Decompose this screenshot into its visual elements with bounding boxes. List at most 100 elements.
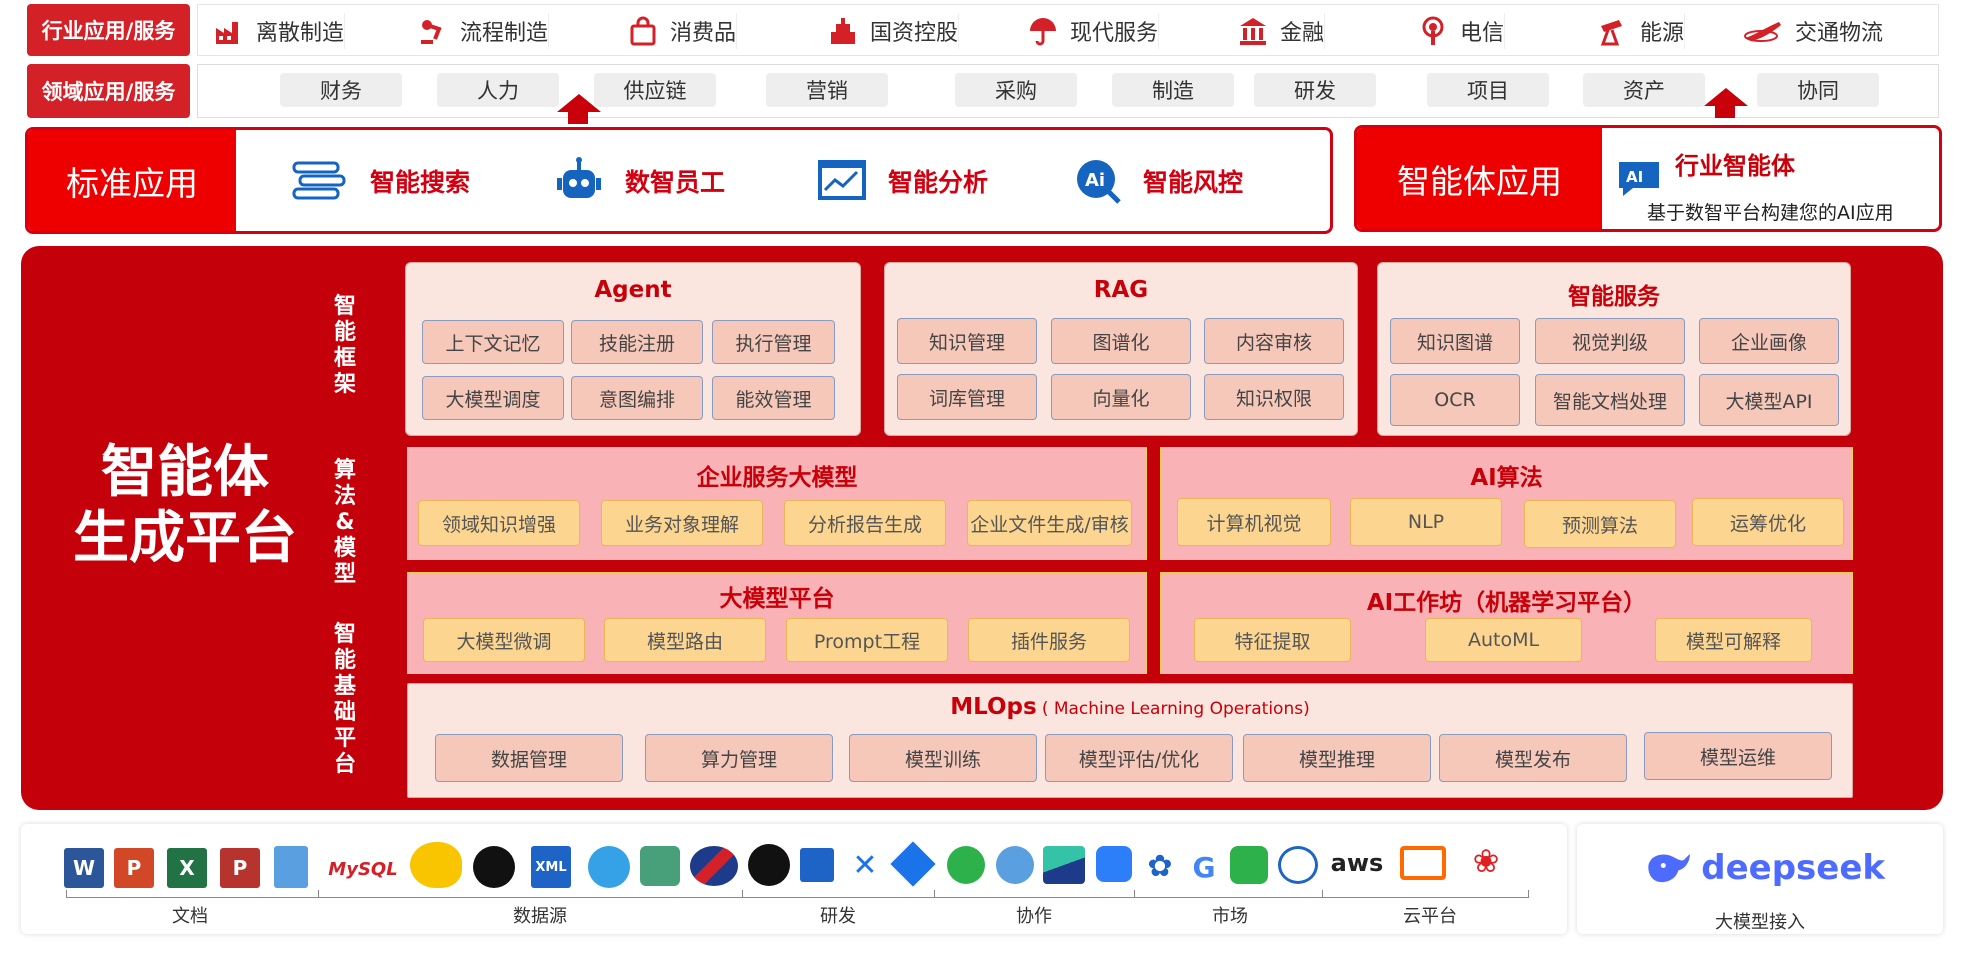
rag-cell[interactable]: 知识管理 bbox=[897, 318, 1037, 364]
side-label-framework: 智能框架 bbox=[333, 294, 356, 397]
llm-platform-cell[interactable]: 插件服务 bbox=[968, 618, 1130, 662]
industry-item-consumer[interactable]: 消费品 bbox=[628, 13, 738, 49]
ai-workshop-cell[interactable]: 模型可解释 bbox=[1655, 618, 1812, 662]
industry-item-label: 交通物流 bbox=[1795, 21, 1884, 46]
category-tick bbox=[1322, 890, 1323, 898]
deepseek-logo[interactable]: deepseek bbox=[1645, 838, 1885, 898]
llm-platform-cell[interactable]: 大模型微调 bbox=[423, 618, 585, 662]
ai-algorithm-cell[interactable]: 计算机视觉 bbox=[1177, 498, 1331, 546]
industry-item-label: 现代服务 bbox=[1070, 21, 1159, 46]
llm-platform-cell[interactable]: Prompt工程 bbox=[786, 618, 948, 662]
mlops-cell[interactable]: 模型发布 bbox=[1439, 734, 1627, 782]
domain-chip-project[interactable]: 项目 bbox=[1427, 73, 1549, 107]
aliyun-icon bbox=[1400, 846, 1446, 880]
industry-row-label: 行业应用/服务 bbox=[27, 4, 190, 56]
ai-algorithm-cell[interactable]: 预测算法 bbox=[1524, 500, 1676, 548]
category-label-data-sources: 数据源 bbox=[513, 906, 567, 927]
domain-chip-hr[interactable]: 人力 bbox=[437, 73, 559, 107]
app-smart-analysis[interactable]: 智能分析 bbox=[816, 155, 988, 207]
agent-apps-label: 智能体应用 bbox=[1357, 128, 1602, 229]
category-tick bbox=[934, 890, 935, 898]
pdf-icon: P bbox=[220, 848, 260, 888]
industry-item-label: 流程制造 bbox=[460, 21, 549, 46]
smart-service-cell[interactable]: 企业画像 bbox=[1699, 318, 1839, 364]
standard-apps-panel: 标准应用 智能搜索 数智员工 智能分析 Ai 智能风控 bbox=[25, 127, 1333, 234]
industry-agent-title[interactable]: 行业智能体 bbox=[1675, 146, 1795, 181]
app-digital-employee[interactable]: 数智员工 bbox=[553, 155, 725, 207]
mlops-cell[interactable]: 模型训练 bbox=[849, 734, 1037, 782]
smart-service-cell[interactable]: OCR bbox=[1390, 374, 1520, 426]
app-label: 智能分析 bbox=[888, 168, 989, 197]
agent-cell[interactable]: 执行管理 bbox=[712, 320, 835, 364]
side-label-algorithm: 算法&模型 bbox=[333, 458, 356, 587]
hadoop-icon bbox=[410, 842, 462, 888]
arrow-up-icon bbox=[556, 94, 602, 126]
ai-chat-icon: AI bbox=[1615, 158, 1663, 200]
platform-title: 智能体 生成平台 bbox=[55, 440, 315, 572]
agent-cell[interactable]: 意图编排 bbox=[571, 376, 703, 420]
domain-chip-rd[interactable]: 研发 bbox=[1254, 73, 1376, 107]
agent-cell[interactable]: 大模型调度 bbox=[422, 376, 564, 420]
mlops-cell[interactable]: 模型运维 bbox=[1644, 732, 1832, 780]
enterprise-model-cell[interactable]: 分析报告生成 bbox=[784, 500, 946, 546]
rag-cell[interactable]: 知识权限 bbox=[1204, 374, 1344, 420]
agent-cell[interactable]: 能效管理 bbox=[712, 376, 835, 420]
powerpoint-icon: P bbox=[114, 848, 154, 888]
smart-service-cell[interactable]: 智能文档处理 bbox=[1535, 374, 1685, 426]
ai-workshop-cell[interactable]: 特征提取 bbox=[1194, 618, 1351, 662]
rag-cell[interactable]: 词库管理 bbox=[897, 374, 1037, 420]
app-label: 智能风控 bbox=[1143, 168, 1244, 197]
industry-item-label: 消费品 bbox=[670, 21, 737, 46]
domain-chip-marketing[interactable]: 营销 bbox=[766, 73, 888, 107]
domain-chip-assets[interactable]: 资产 bbox=[1583, 73, 1705, 107]
industry-item-soe[interactable]: 国资控股 bbox=[828, 13, 960, 49]
smart-service-cell[interactable]: 视觉判级 bbox=[1535, 318, 1685, 364]
enterprise-model-cell[interactable]: 企业文件生成/审核 bbox=[967, 500, 1132, 546]
app-smart-risk[interactable]: Ai 智能风控 bbox=[1073, 155, 1243, 207]
agent-box-title: Agent bbox=[594, 277, 672, 303]
ai-algorithm-cell[interactable]: NLP bbox=[1350, 498, 1502, 546]
database-search-icon bbox=[292, 161, 346, 200]
category-tick bbox=[1134, 890, 1135, 898]
domain-row-label: 领域应用/服务 bbox=[27, 64, 190, 118]
domain-chip-finance[interactable]: 财务 bbox=[280, 73, 402, 107]
mlops-cell[interactable]: 数据管理 bbox=[435, 734, 623, 782]
ai-workshop-cell[interactable]: AutoML bbox=[1425, 618, 1582, 662]
industry-item-telecom[interactable]: 电信 bbox=[1418, 13, 1506, 49]
smart-service-cell[interactable]: 知识图谱 bbox=[1390, 318, 1520, 364]
workbench-icon bbox=[800, 848, 834, 882]
mlops-cell[interactable]: 算力管理 bbox=[645, 734, 833, 782]
industry-item-process[interactable]: 流程制造 bbox=[418, 13, 550, 49]
government-building-icon bbox=[831, 18, 855, 44]
industry-item-services[interactable]: 现代服务 bbox=[1028, 13, 1160, 49]
industry-item-logistics[interactable]: 交通物流 bbox=[1743, 13, 1884, 49]
svg-text:Ai: Ai bbox=[1085, 170, 1105, 191]
industry-item-energy[interactable]: 能源 bbox=[1598, 13, 1686, 49]
agent-cell[interactable]: 上下文记忆 bbox=[422, 320, 564, 364]
llm-platform-cell[interactable]: 模型路由 bbox=[604, 618, 766, 662]
mlops-heading: MLOps ( Machine Learning Operations) bbox=[408, 694, 1852, 720]
domain-chip-supply-chain[interactable]: 供应链 bbox=[594, 73, 716, 107]
mlops-cell[interactable]: 模型评估/优化 bbox=[1045, 734, 1233, 782]
rag-cell[interactable]: 向量化 bbox=[1051, 374, 1191, 420]
enterprise-model-cell[interactable]: 领域知识增强 bbox=[418, 500, 580, 546]
rag-cell[interactable]: 图谱化 bbox=[1051, 318, 1191, 364]
industry-item-discrete[interactable]: 离散制造 bbox=[214, 13, 346, 49]
smart-service-cell[interactable]: 大模型API bbox=[1699, 374, 1839, 426]
industry-row: 离散制造 流程制造 消费品 国资控股 现代服务 金融 电信 能源 交通物流 bbox=[197, 4, 1939, 56]
rag-cell[interactable]: 内容审核 bbox=[1204, 318, 1344, 364]
layers-icon bbox=[640, 846, 680, 886]
word-icon: W bbox=[64, 848, 104, 888]
industry-item-finance[interactable]: 金融 bbox=[1238, 13, 1326, 49]
domain-chip-collaboration[interactable]: 协同 bbox=[1757, 73, 1879, 107]
llm-access-label: 大模型接入 bbox=[1715, 912, 1805, 933]
ai-algorithm-cell[interactable]: 运筹优化 bbox=[1692, 498, 1844, 546]
domain-chip-procurement[interactable]: 采购 bbox=[955, 73, 1077, 107]
agent-cell[interactable]: 技能注册 bbox=[571, 320, 703, 364]
app-smart-search[interactable]: 智能搜索 bbox=[290, 155, 470, 207]
oil-pump-icon bbox=[1600, 20, 1622, 46]
smart-service-box-title: 智能服务 bbox=[1568, 284, 1660, 310]
domain-chip-manufacturing[interactable]: 制造 bbox=[1112, 73, 1234, 107]
mlops-cell[interactable]: 模型推理 bbox=[1243, 734, 1431, 782]
enterprise-model-cell[interactable]: 业务对象理解 bbox=[601, 500, 763, 546]
